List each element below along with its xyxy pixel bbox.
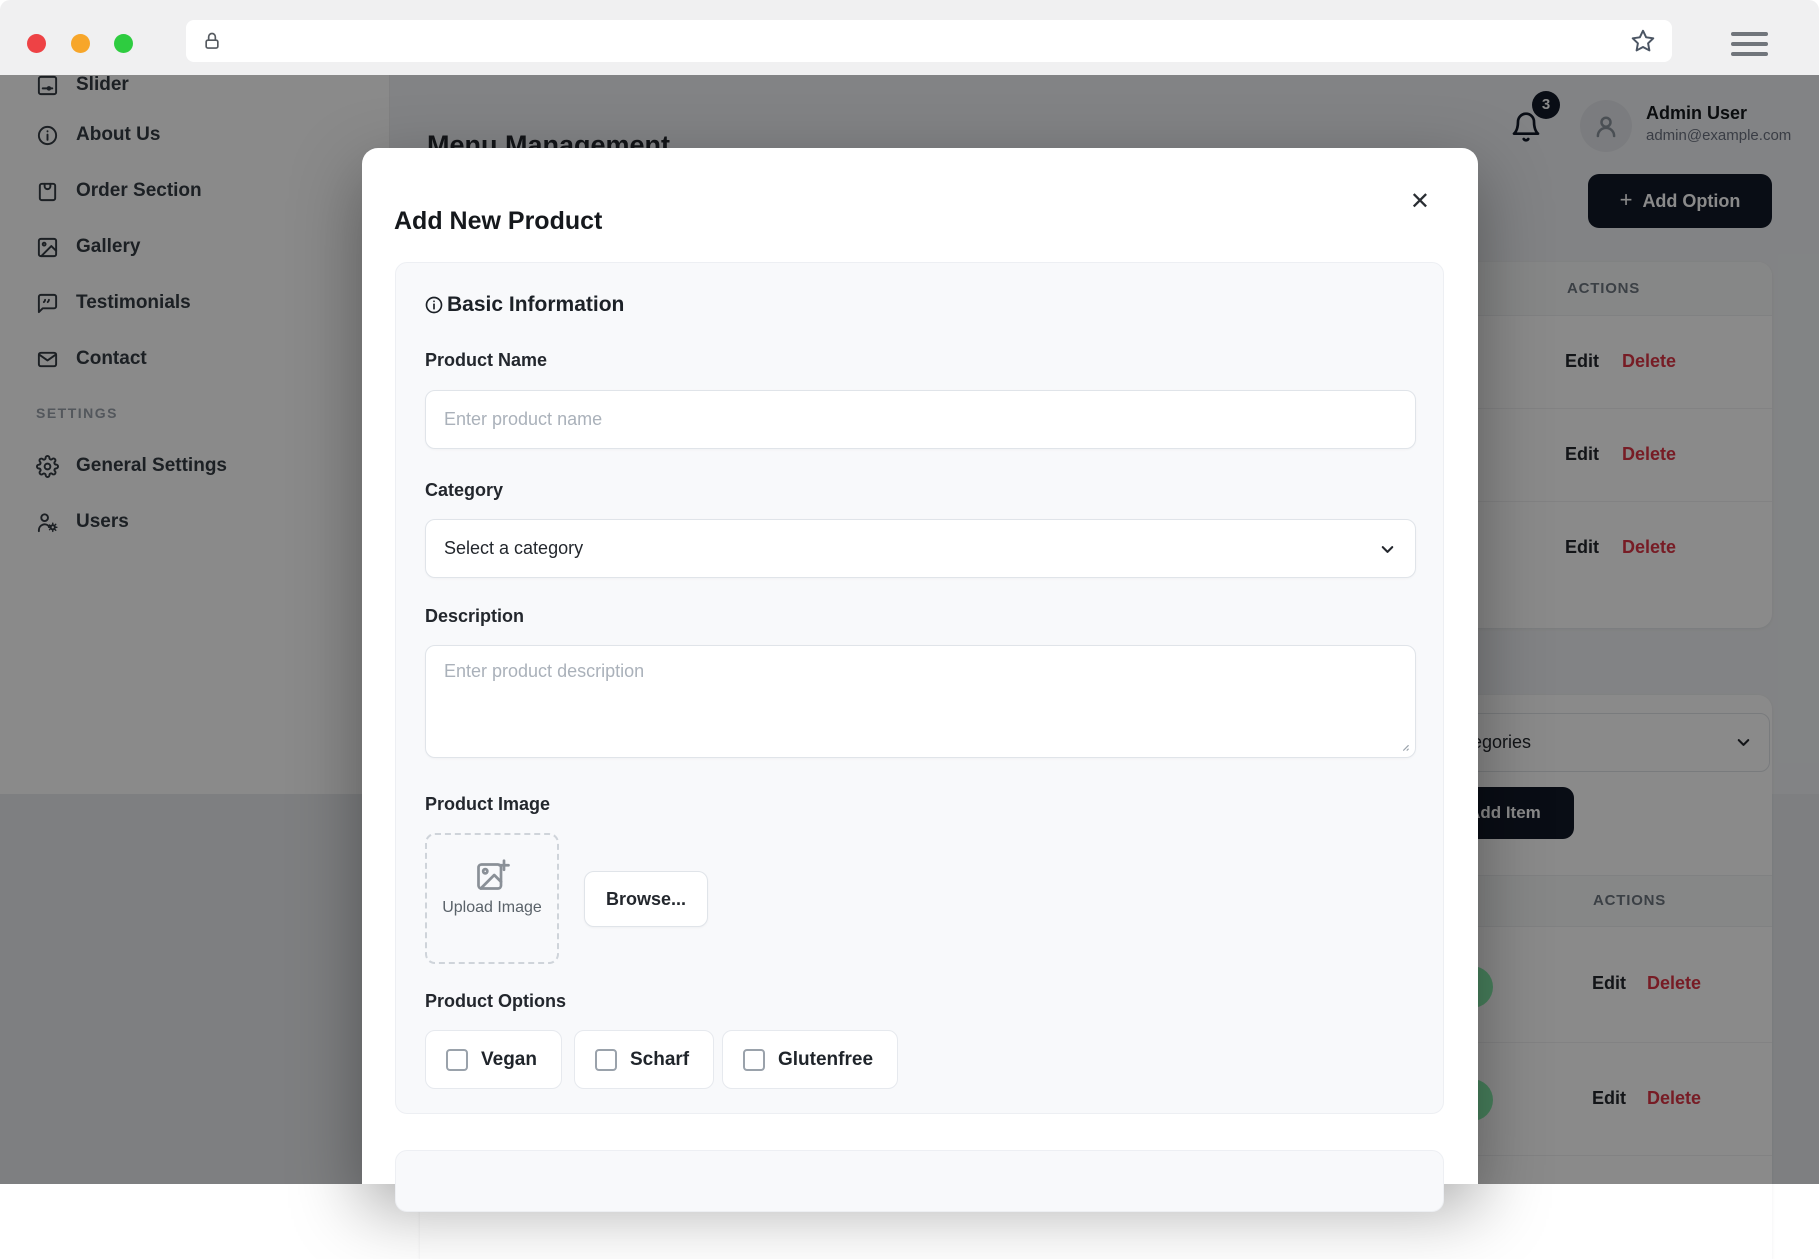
checkbox-icon[interactable] — [446, 1049, 468, 1071]
description-label: Description — [425, 606, 524, 627]
upload-image-dropzone[interactable]: Upload Image — [425, 833, 559, 964]
lock-icon — [202, 31, 222, 51]
app-window: Slider About Us Order Section Gallery Te… — [0, 75, 1819, 1184]
window-minimize-button[interactable] — [71, 34, 90, 53]
image-plus-icon — [474, 857, 510, 893]
checkbox-icon[interactable] — [743, 1049, 765, 1071]
product-options-label: Product Options — [425, 991, 566, 1012]
browser-menu-icon[interactable] — [1731, 32, 1768, 62]
option-checkbox-vegan[interactable]: Vegan — [425, 1030, 562, 1089]
info-icon — [424, 295, 444, 315]
bookmark-star-icon[interactable] — [1630, 28, 1656, 54]
category-label: Category — [425, 480, 503, 501]
next-section-partial — [395, 1150, 1444, 1212]
close-icon[interactable]: ✕ — [1406, 186, 1434, 218]
product-name-input[interactable] — [425, 390, 1416, 449]
category-select-value: Select a category — [444, 520, 583, 577]
address-bar[interactable] — [186, 20, 1672, 62]
product-name-label: Product Name — [425, 350, 547, 371]
window-close-button[interactable] — [27, 34, 46, 53]
basic-information-section: Basic Information Product Name Category … — [395, 262, 1444, 1114]
section-title: Basic Information — [424, 293, 624, 317]
upload-image-text: Upload Image — [427, 899, 557, 917]
modal-title: Add New Product — [394, 207, 602, 236]
browse-button[interactable]: Browse... — [584, 871, 708, 927]
description-textarea[interactable] — [425, 645, 1416, 758]
product-image-label: Product Image — [425, 794, 550, 815]
category-select[interactable]: Select a category — [425, 519, 1416, 578]
chevron-down-icon — [1378, 540, 1397, 559]
add-product-modal: Add New Product ✕ Basic Information Prod… — [362, 148, 1478, 1184]
browser-chrome — [0, 0, 1819, 75]
window-maximize-button[interactable] — [114, 34, 133, 53]
option-checkbox-scharf[interactable]: Scharf — [574, 1030, 714, 1089]
checkbox-icon[interactable] — [595, 1049, 617, 1071]
option-checkbox-glutenfree[interactable]: Glutenfree — [722, 1030, 898, 1089]
